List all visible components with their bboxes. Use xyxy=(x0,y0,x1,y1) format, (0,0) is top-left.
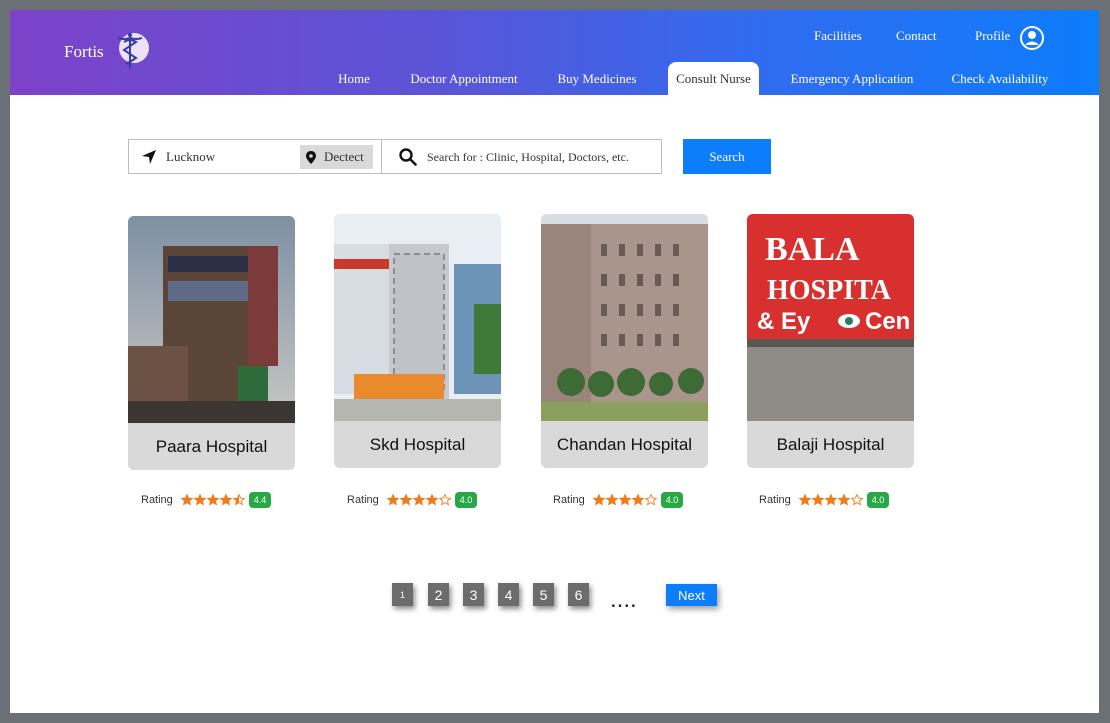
nav-emergency-application[interactable]: Emergency Application xyxy=(784,62,920,95)
sign-line-1: BALA xyxy=(765,231,860,268)
star-full-icon xyxy=(798,494,811,506)
caduceus-logo-icon xyxy=(117,33,149,68)
star-half-icon xyxy=(232,494,245,506)
hospital-card[interactable]: Paara Hospital xyxy=(128,216,295,470)
star-full-icon xyxy=(193,494,206,506)
star-rating xyxy=(592,494,658,506)
rating-label: Rating xyxy=(141,494,173,506)
star-full-icon xyxy=(592,494,605,506)
rating-badge: 4.4 xyxy=(248,492,272,508)
hospital-photo: BALA HOSPITA & Ey Cen xyxy=(747,214,914,421)
rating-label: Rating xyxy=(553,494,585,506)
nav-home[interactable]: Home xyxy=(330,62,378,95)
rating-label: Rating xyxy=(759,494,791,506)
page-button-2[interactable]: 2 xyxy=(428,583,449,606)
search-icon xyxy=(399,148,417,166)
header: Fortis Facilities Contact Profile Home D… xyxy=(10,10,1099,95)
map-pin-icon xyxy=(306,150,316,164)
contact-link[interactable]: Contact xyxy=(896,28,936,44)
star-rating xyxy=(386,494,452,506)
search-divider xyxy=(381,140,382,173)
hospital-name[interactable]: Skd Hospital xyxy=(334,421,501,468)
page-button-5[interactable]: 5 xyxy=(533,583,554,606)
star-full-icon xyxy=(219,494,232,506)
profile-link[interactable]: Profile xyxy=(975,28,1010,44)
location-field[interactable]: Lucknow xyxy=(166,149,215,165)
brand-name[interactable]: Fortis xyxy=(64,42,104,62)
page-button-1[interactable]: 1 xyxy=(392,583,413,606)
rating-badge: 4.0 xyxy=(454,492,478,508)
hospital-name[interactable]: Chandan Hospital xyxy=(541,421,708,468)
star-full-icon xyxy=(386,494,399,506)
nav-doctor-appointment[interactable]: Doctor Appointment xyxy=(404,62,524,95)
star-empty-icon xyxy=(850,494,863,506)
star-full-icon xyxy=(631,494,644,506)
star-full-icon xyxy=(180,494,193,506)
location-arrow-icon xyxy=(142,150,156,164)
sign-line-3: & Ey xyxy=(757,308,811,335)
rating-row: Rating 4.0 xyxy=(759,491,890,509)
hospital-name[interactable]: Balaji Hospital xyxy=(747,421,914,468)
detect-button[interactable]: Dectect xyxy=(300,145,373,169)
hospital-photo xyxy=(334,214,501,421)
rating-badge: 4.0 xyxy=(660,492,684,508)
star-full-icon xyxy=(837,494,850,506)
star-full-icon xyxy=(605,494,618,506)
hospital-card[interactable]: BALA HOSPITA & Ey Cen Balaji Hospital xyxy=(747,214,914,468)
star-full-icon xyxy=(824,494,837,506)
search-button[interactable]: Search xyxy=(683,139,771,174)
hospital-photo xyxy=(541,214,708,421)
rating-badge: 4.0 xyxy=(866,492,890,508)
star-full-icon xyxy=(206,494,219,506)
hospital-name[interactable]: Paara Hospital xyxy=(128,423,295,470)
nav-check-availability[interactable]: Check Availability xyxy=(946,62,1054,95)
hospital-photo xyxy=(128,216,295,423)
star-full-icon xyxy=(425,494,438,506)
hospital-card[interactable]: Chandan Hospital xyxy=(541,214,708,468)
rating-label: Rating xyxy=(347,494,379,506)
page-button-6[interactable]: 6 xyxy=(568,583,589,606)
pagination-ellipsis: .... xyxy=(610,586,637,613)
page-button-4[interactable]: 4 xyxy=(498,583,519,606)
rating-row: Rating 4.0 xyxy=(553,491,684,509)
page-button-3[interactable]: 3 xyxy=(463,583,484,606)
search-bar: Lucknow Dectect xyxy=(128,139,662,174)
nav-consult-nurse[interactable]: Consult Nurse xyxy=(668,62,759,95)
rating-row: Rating 4.0 xyxy=(347,491,478,509)
profile-icon[interactable] xyxy=(1020,26,1044,50)
star-full-icon xyxy=(412,494,425,506)
hospital-card[interactable]: Skd Hospital xyxy=(334,214,501,468)
next-page-button[interactable]: Next xyxy=(666,584,717,606)
star-rating xyxy=(798,494,864,506)
star-empty-icon xyxy=(438,494,451,506)
star-full-icon xyxy=(618,494,631,506)
sign-line-4: Cen xyxy=(865,308,910,335)
star-empty-icon xyxy=(644,494,657,506)
sign-line-2: HOSPITA xyxy=(767,275,892,306)
star-rating xyxy=(180,494,246,506)
rating-row: Rating 4.4 xyxy=(141,491,272,509)
search-input[interactable] xyxy=(427,145,659,169)
star-full-icon xyxy=(399,494,412,506)
page-frame: Fortis Facilities Contact Profile Home D… xyxy=(10,10,1099,713)
facilities-link[interactable]: Facilities xyxy=(814,28,862,44)
star-full-icon xyxy=(811,494,824,506)
nav-buy-medicines[interactable]: Buy Medicines xyxy=(551,62,643,95)
detect-label: Dectect xyxy=(324,149,364,164)
